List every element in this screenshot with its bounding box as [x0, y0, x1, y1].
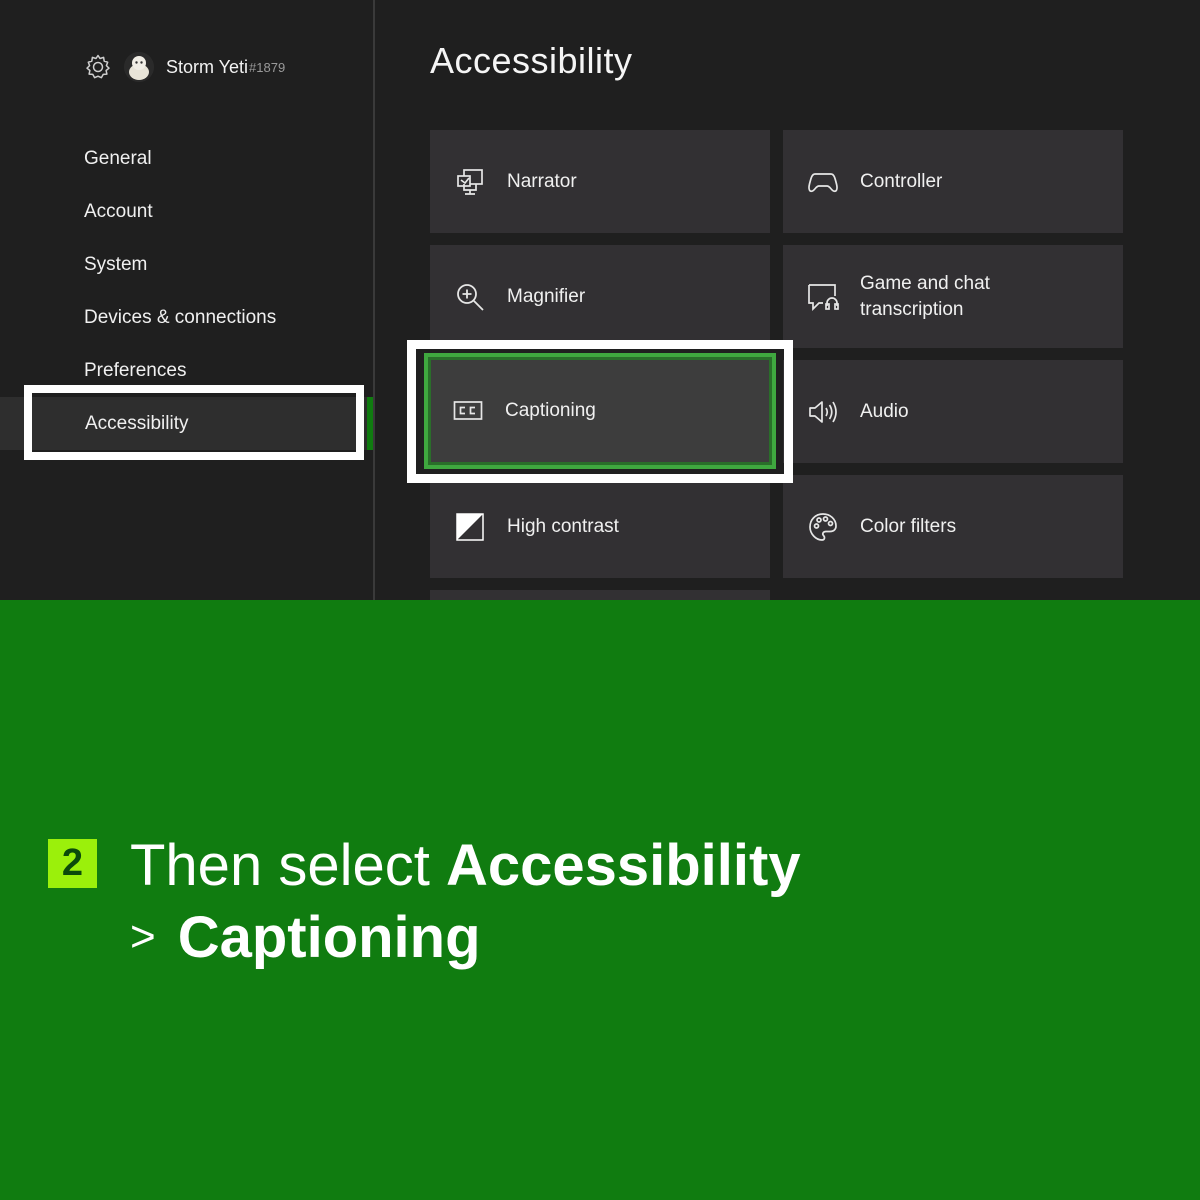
settings-nav: General Account System Devices & connect…	[0, 132, 373, 450]
tile-label: Magnifier	[507, 285, 586, 307]
tile-narrator[interactable]: Narrator	[430, 130, 770, 233]
column-divider	[373, 0, 375, 600]
tile-magnifier[interactable]: Magnifier	[430, 245, 770, 348]
tile-label-line1: Game and chat	[860, 272, 990, 294]
tile-next-row-peek[interactable]	[430, 590, 770, 600]
tile-high-contrast[interactable]: High contrast	[430, 475, 770, 578]
controller-icon	[807, 166, 839, 198]
instruction-accessibility: Accessibility	[445, 833, 801, 898]
tile-label: Controller	[860, 170, 943, 192]
speaker-icon	[807, 396, 839, 428]
instruction-captioning: Captioning	[177, 905, 481, 970]
tile-game-chat-transcription[interactable]: Game and chat transcription	[783, 245, 1123, 348]
tile-label: Captioning	[505, 400, 596, 421]
avatar[interactable]	[124, 52, 154, 82]
nav-item-devices-connections[interactable]: Devices & connections	[0, 291, 373, 344]
nav-item-accessibility[interactable]: Accessibility	[0, 397, 373, 450]
page-title: Accessibility	[430, 40, 633, 81]
step-number-badge: 2	[48, 839, 97, 888]
nav-item-system[interactable]: System	[0, 238, 373, 291]
high-contrast-icon	[454, 511, 486, 543]
palette-icon	[807, 511, 839, 543]
tile-label: Audio	[860, 400, 909, 422]
magnifier-icon	[454, 281, 486, 313]
instruction-prefix: Then select	[130, 833, 446, 898]
gamertag-suffix: #1879	[249, 59, 286, 75]
settings-sidebar: Storm Yeti #1879 General Account System …	[0, 0, 373, 600]
profile-header: Storm Yeti #1879	[83, 50, 285, 84]
nav-item-account[interactable]: Account	[0, 185, 373, 238]
tile-label: Narrator	[507, 170, 577, 192]
nav-item-general[interactable]: General	[0, 132, 373, 185]
xbox-settings-screen: Storm Yeti #1879 General Account System …	[0, 0, 1200, 600]
tile-color-filters[interactable]: Color filters	[783, 475, 1123, 578]
tile-controller[interactable]: Controller	[783, 130, 1123, 233]
instruction-chevron: >	[130, 912, 156, 961]
narrator-icon	[454, 166, 486, 198]
nav-item-label: Accessibility	[85, 413, 189, 434]
tile-label: Color filters	[860, 515, 957, 537]
tile-label: High contrast	[507, 515, 619, 537]
tile-audio[interactable]: Audio	[783, 360, 1123, 463]
tile-label-line2: transcription	[860, 298, 964, 320]
gamertag: Storm Yeti	[166, 56, 249, 77]
instruction-line-1: Then select Accessibility	[130, 832, 801, 899]
nav-item-preferences[interactable]: Preferences	[0, 344, 373, 397]
instruction-line-2: > Captioning	[130, 904, 481, 971]
instruction-panel	[0, 600, 1200, 1200]
chat-transcription-icon	[807, 281, 839, 313]
tile-captioning[interactable]: Captioning	[424, 353, 776, 469]
gear-icon[interactable]	[83, 52, 113, 82]
cc-icon	[452, 395, 484, 427]
tile-label: Game and chat transcription	[860, 271, 990, 323]
